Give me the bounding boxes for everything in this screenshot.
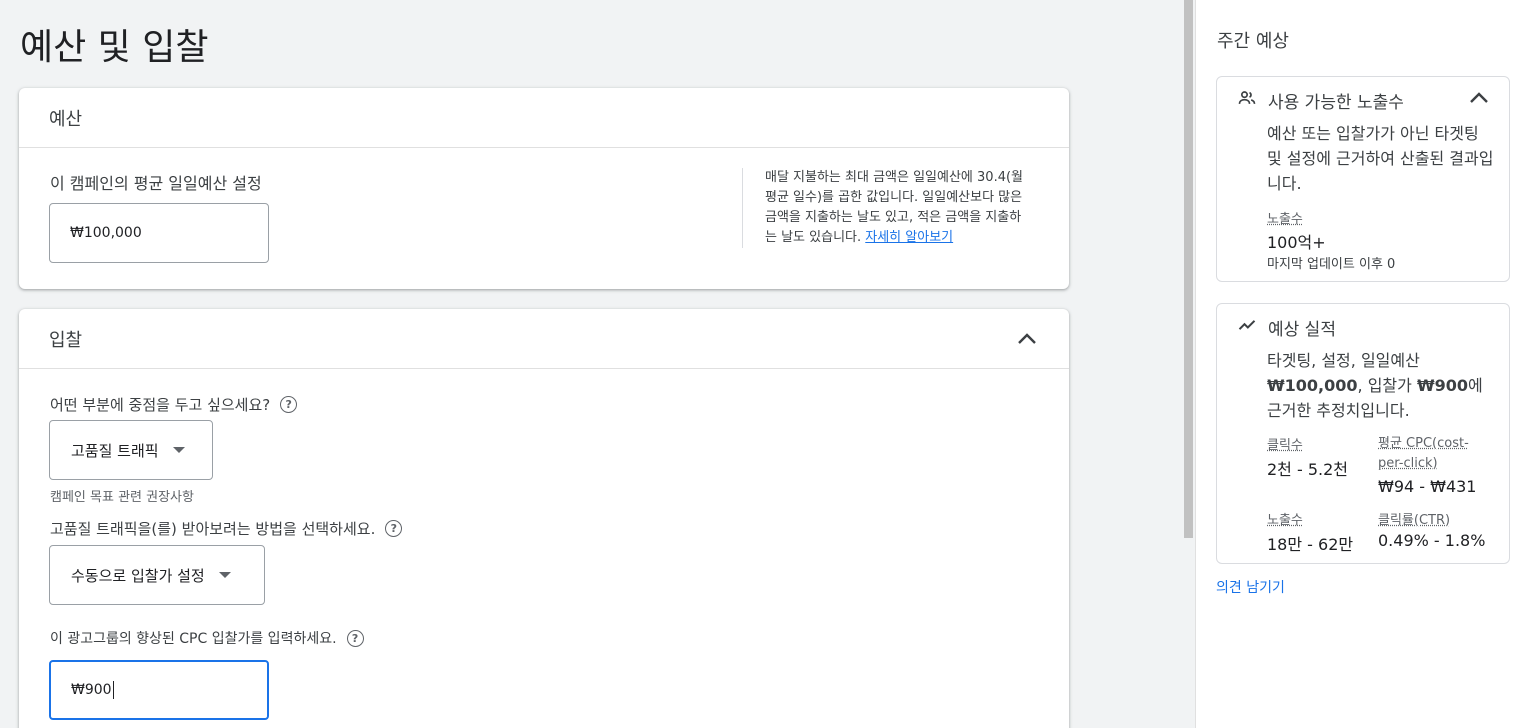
focus-dropdown-value: 고품질 트래픽 [71,441,159,460]
dropdown-caret-icon [172,447,185,453]
ctr-value: 0.49% - 1.8% [1378,531,1486,550]
budget-card-title: 예산 [49,108,83,130]
bidding-card-header[interactable]: 입찰 [19,309,1069,369]
chevron-up-icon[interactable] [1015,327,1039,351]
sidebar-title: 주간 예상 [1217,31,1289,52]
reach-panel: 사용 가능한 노출수 예산 또는 입찰가가 아닌 타겟팅 및 설정에 근거하여 … [1216,76,1510,282]
reach-description: 예산 또는 입찰가가 아닌 타겟팅 및 설정에 근거하여 산출된 결과입니다. [1267,124,1494,193]
budget-note: 매달 지불하는 최대 금액은 일일예산에 30.4(월 평균 일수)를 곱한 값… [742,168,1032,248]
cpc-bid-value: ₩900 [71,682,112,698]
budget-card-body: 이 캠페인의 평균 일일예산 설정 ₩100,000 매달 지불하는 최대 금액… [19,148,1069,288]
est-impressions-value: 18만 - 62만 [1267,535,1354,554]
reach-panel-header[interactable]: 사용 가능한 노출수 [1237,87,1491,113]
learn-more-link[interactable]: 자세히 알아보기 [865,230,953,245]
avg-cpc-value: ₩94 - ₩431 [1378,477,1477,496]
performance-panel: 예상 실적 타겟팅, 설정, 일일예산 ₩100,000, 입찰가 ₩900에 … [1216,303,1510,564]
est-impressions-label[interactable]: 노출수 [1267,509,1303,528]
ctr-label[interactable]: 클릭률(CTR) [1378,509,1450,528]
method-question: 고품질 트래픽을(를) 받아보려는 방법을 선택하세요. ? [50,518,403,539]
budget-card-header: 예산 [19,88,1069,148]
daily-budget-label: 이 캠페인의 평균 일일예산 설정 [50,174,262,193]
clicks-value: 2천 - 5.2천 [1267,460,1349,479]
help-circle-icon[interactable]: ? [280,396,298,413]
budget-card: 예산 이 캠페인의 평균 일일예산 설정 ₩100,000 매달 지불하는 최대… [19,88,1069,289]
recommendation-hint: 캠페인 목표 관련 권장사항 [50,490,194,505]
bid-method-dropdown[interactable]: 수동으로 입찰가 설정 [49,545,265,605]
cpc-bid-input[interactable]: ₩900 [49,660,269,720]
reach-impressions-label[interactable]: 노출수 [1267,208,1303,227]
help-circle-icon[interactable]: ? [346,629,364,647]
scrollbar-thumb[interactable] [1184,0,1193,538]
performance-description-prefix: 타겟팅, 설정, 일일예산 [1267,351,1420,370]
page-title: 예산 및 입찰 [20,27,209,68]
help-circle-icon[interactable]: ? [385,520,403,537]
bidding-card-title: 입찰 [49,329,83,351]
bidding-card: 입찰 어떤 부분에 중점을 두고 싶으세요? ? 고품질 트래픽 캠페인 목표 … [19,309,1069,728]
focus-question-text: 어떤 부분에 중점을 두고 싶으세요? [50,396,271,414]
avg-cpc-label[interactable]: 평균 CPC(cost-per-click) [1378,434,1493,474]
text-cursor [112,681,114,699]
performance-panel-title: 예상 실적 [1268,319,1336,340]
main-content: 예산 및 입찰 예산 이 캠페인의 평균 일일예산 설정 ₩100,000 매달… [0,0,1182,728]
bid-method-dropdown-value: 수동으로 입찰가 설정 [71,566,205,585]
performance-description: 타겟팅, 설정, 일일예산 ₩100,000, 입찰가 ₩900에 근거한 추정… [1267,348,1497,423]
trending-up-icon [1237,315,1257,340]
focus-dropdown[interactable]: 고품질 트래픽 [49,420,213,480]
performance-budget-value: ₩100,000 [1267,376,1358,395]
cpc-question-text: 이 광고그룹의 향상된 CPC 입찰가를 입력하세요. [50,631,337,647]
clicks-label[interactable]: 클릭수 [1267,434,1303,453]
feedback-link[interactable]: 의견 남기기 [1216,577,1285,597]
chevron-up-icon[interactable] [1467,86,1491,114]
focus-question: 어떤 부분에 중점을 두고 싶으세요? ? [50,394,298,415]
dropdown-caret-icon [218,572,231,578]
method-question-text: 고품질 트래픽을(를) 받아보려는 방법을 선택하세요. [50,520,376,538]
weekly-estimate-sidebar: 주간 예상 사용 가능한 노출수 예산 또는 입찰가가 아닌 타겟팅 및 설정에… [1195,0,1526,728]
cpc-question: 이 광고그룹의 향상된 CPC 입찰가를 입력하세요. ? [50,628,364,648]
reach-updated: 마지막 업데이트 이후 0 [1267,257,1396,272]
performance-bid-value: ₩900 [1416,376,1468,395]
reach-panel-title: 사용 가능한 노출수 [1268,92,1404,113]
performance-panel-header: 예상 실적 [1237,314,1491,340]
daily-budget-input[interactable]: ₩100,000 [49,203,269,263]
performance-description-mid: , 입찰가 [1357,376,1417,395]
daily-budget-value: ₩100,000 [70,225,142,241]
people-icon [1237,88,1257,113]
reach-impressions-value: 100억+ [1267,233,1326,252]
